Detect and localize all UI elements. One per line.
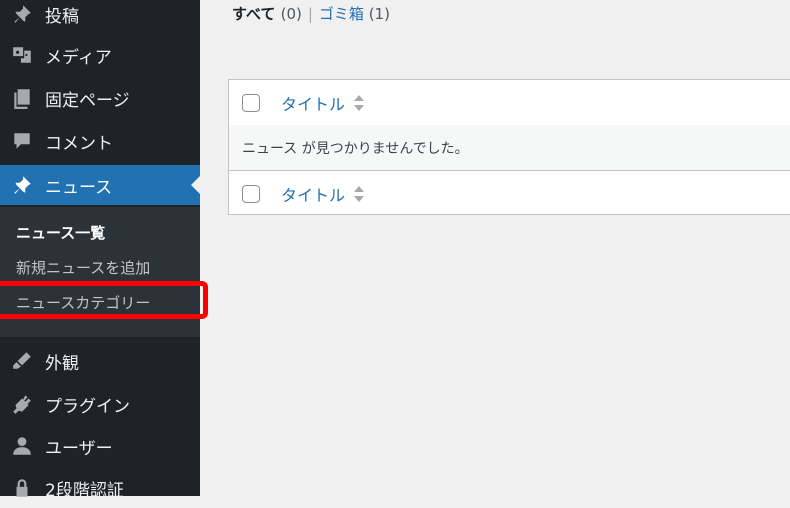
filter-all[interactable]: すべて (0) [232, 5, 302, 23]
sidebar-item-label: メディア [45, 47, 112, 68]
news-list-table: タイトル ニュース が見つかりませんでした。 タイトル [228, 79, 790, 215]
sidebar-item-users[interactable]: ユーザー [0, 426, 200, 466]
sidebar-item-label: 外観 [45, 353, 79, 374]
trash-count: (1) [368, 5, 390, 23]
sidebar-item-label: ユーザー [45, 438, 113, 459]
table-footer-row: タイトル [229, 170, 790, 216]
submenu-item-add-news[interactable]: 新規ニュースを追加 [16, 257, 150, 278]
sidebar-item-label: ニュース [45, 177, 113, 198]
sort-icon [353, 94, 365, 112]
sidebar-item-news[interactable]: ニュース [0, 165, 200, 205]
sidebar-item-pages[interactable]: 固定ページ [0, 78, 200, 118]
sidebar-item-label: 投稿 [45, 6, 79, 27]
brush-icon [10, 349, 34, 373]
active-indicator [191, 176, 200, 194]
highlight-annotation-box [0, 281, 208, 319]
comment-icon [10, 129, 34, 153]
sidebar-item-label: 固定ページ [45, 90, 130, 111]
title-column-footer[interactable]: タイトル [281, 182, 365, 206]
select-all-checkbox[interactable] [242, 94, 260, 112]
sidebar-item-appearance[interactable]: 外観 [0, 341, 200, 381]
pin-icon [10, 2, 34, 26]
filter-separator: | [307, 5, 313, 23]
select-all-checkbox[interactable] [242, 185, 260, 203]
sidebar-item-media[interactable]: メディア [0, 35, 200, 75]
table-header-row: タイトル [229, 80, 790, 126]
pin-icon [10, 173, 34, 197]
status-filter-links: すべて (0) | ゴミ箱 (1) [232, 3, 390, 24]
sidebar-item-label: コメント [45, 133, 113, 154]
submenu-item-news-list[interactable]: ニュース一覧 [16, 222, 105, 243]
plugin-icon [10, 392, 34, 416]
media-icon [10, 43, 34, 67]
admin-sidebar: 投稿 メディア 固定ページ コメント ニュース ニュース一覧 新規ニュースを追加… [0, 0, 200, 501]
no-items-message: ニュース が見つかりませんでした。 [242, 141, 469, 157]
sidebar-item-label: プラグイン [45, 396, 130, 417]
sidebar-item-comments[interactable]: コメント [0, 121, 200, 161]
page-icon [10, 86, 34, 110]
filter-trash[interactable]: ゴミ箱 [319, 5, 364, 23]
no-items-row: ニュース が見つかりませんでした。 [229, 125, 790, 170]
lock-icon [10, 476, 34, 500]
sidebar-item-plugins[interactable]: プラグイン [0, 384, 200, 424]
sidebar-item-posts[interactable]: 投稿 [0, 0, 200, 34]
sidebar-item-label: 2段階認証 [45, 480, 124, 501]
title-column-header[interactable]: タイトル [281, 91, 365, 115]
sidebar-item-two-factor[interactable]: 2段階認証 [0, 468, 200, 508]
user-icon [10, 434, 34, 458]
sort-icon [353, 185, 365, 203]
